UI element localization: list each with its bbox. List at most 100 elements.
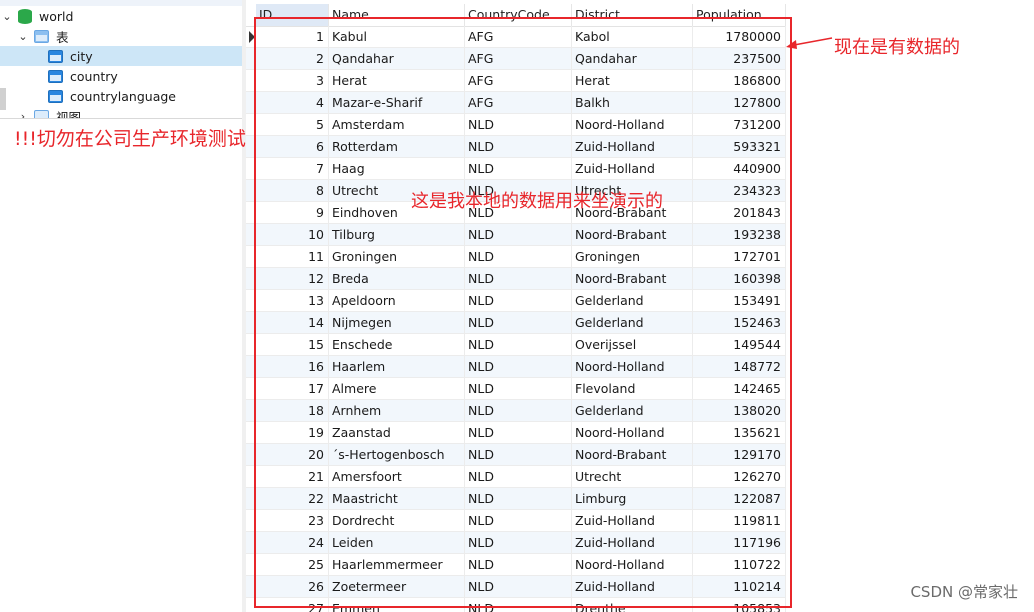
table-row[interactable]: 11 Groningen NLD Groningen 172701 xyxy=(246,246,786,268)
cell-population[interactable]: 138020 xyxy=(693,400,786,421)
cell-district[interactable]: Kabol xyxy=(572,26,693,47)
cell-name[interactable]: Breda xyxy=(329,268,465,289)
cell-district[interactable]: Zuid-Holland xyxy=(572,576,693,597)
cell-countrycode[interactable]: NLD xyxy=(465,488,572,509)
table-row[interactable]: 4 Mazar-e-Sharif AFG Balkh 127800 xyxy=(246,92,786,114)
column-header-id[interactable]: ID xyxy=(256,4,329,26)
table-row[interactable]: 26 Zoetermeer NLD Zuid-Holland 110214 xyxy=(246,576,786,598)
cell-name[interactable]: Maastricht xyxy=(329,488,465,509)
cell-id[interactable]: 8 xyxy=(256,180,329,201)
cell-name[interactable]: Leiden xyxy=(329,532,465,553)
cell-countrycode[interactable]: NLD xyxy=(465,136,572,157)
table-row[interactable]: 5 Amsterdam NLD Noord-Holland 731200 xyxy=(246,114,786,136)
cell-population[interactable]: 149544 xyxy=(693,334,786,355)
cell-countrycode[interactable]: NLD xyxy=(465,466,572,487)
cell-district[interactable]: Utrecht xyxy=(572,466,693,487)
cell-countrycode[interactable]: NLD xyxy=(465,532,572,553)
cell-name[interactable]: Zoetermeer xyxy=(329,576,465,597)
cell-district[interactable]: Noord-Brabant xyxy=(572,444,693,465)
column-header-population[interactable]: Population xyxy=(693,4,786,26)
cell-countrycode[interactable]: AFG xyxy=(465,70,572,91)
cell-id[interactable]: 15 xyxy=(256,334,329,355)
chevron-down-icon[interactable]: ⌄ xyxy=(0,10,14,23)
cell-id[interactable]: 21 xyxy=(256,466,329,487)
cell-name[interactable]: Haarlem xyxy=(329,356,465,377)
cell-countrycode[interactable]: NLD xyxy=(465,114,572,135)
table-row[interactable]: 22 Maastricht NLD Limburg 122087 xyxy=(246,488,786,510)
table-row[interactable]: 10 Tilburg NLD Noord-Brabant 193238 xyxy=(246,224,786,246)
cell-district[interactable]: Zuid-Holland xyxy=(572,532,693,553)
cell-countrycode[interactable]: NLD xyxy=(465,400,572,421)
column-header-countrycode[interactable]: CountryCode xyxy=(465,4,572,26)
cell-id[interactable]: 12 xyxy=(256,268,329,289)
cell-name[interactable]: Groningen xyxy=(329,246,465,267)
cell-name[interactable]: ´s-Hertogenbosch xyxy=(329,444,465,465)
cell-id[interactable]: 18 xyxy=(256,400,329,421)
cell-population[interactable]: 122087 xyxy=(693,488,786,509)
table-row[interactable]: 21 Amersfoort NLD Utrecht 126270 xyxy=(246,466,786,488)
tree-item-tables-group[interactable]: ⌄ 表 xyxy=(0,26,242,46)
cell-id[interactable]: 13 xyxy=(256,290,329,311)
cell-name[interactable]: Nijmegen xyxy=(329,312,465,333)
table-row[interactable]: 2 Qandahar AFG Qandahar 237500 xyxy=(246,48,786,70)
cell-district[interactable]: Zuid-Holland xyxy=(572,136,693,157)
cell-population[interactable]: 440900 xyxy=(693,158,786,179)
cell-population[interactable]: 193238 xyxy=(693,224,786,245)
cell-population[interactable]: 172701 xyxy=(693,246,786,267)
cell-id[interactable]: 2 xyxy=(256,48,329,69)
cell-population[interactable]: 129170 xyxy=(693,444,786,465)
table-row[interactable]: 14 Nijmegen NLD Gelderland 152463 xyxy=(246,312,786,334)
cell-countrycode[interactable]: NLD xyxy=(465,158,572,179)
cell-id[interactable]: 3 xyxy=(256,70,329,91)
cell-population[interactable]: 135621 xyxy=(693,422,786,443)
table-row[interactable]: 1 Kabul AFG Kabol 1780000 xyxy=(246,26,786,48)
cell-population[interactable]: 117196 xyxy=(693,532,786,553)
table-row[interactable]: 24 Leiden NLD Zuid-Holland 117196 xyxy=(246,532,786,554)
cell-id[interactable]: 11 xyxy=(256,246,329,267)
cell-district[interactable]: Herat xyxy=(572,70,693,91)
chevron-right-icon[interactable]: › xyxy=(16,110,30,119)
tree-item-views-group[interactable]: › 视图 xyxy=(0,106,242,119)
cell-countrycode[interactable]: NLD xyxy=(465,246,572,267)
cell-countrycode[interactable]: NLD xyxy=(465,598,572,612)
column-header-district[interactable]: District xyxy=(572,4,693,26)
cell-countrycode[interactable]: NLD xyxy=(465,356,572,377)
table-row[interactable]: 3 Herat AFG Herat 186800 xyxy=(246,70,786,92)
cell-name[interactable]: Amsterdam xyxy=(329,114,465,135)
cell-id[interactable]: 14 xyxy=(256,312,329,333)
cell-district[interactable]: Gelderland xyxy=(572,312,693,333)
cell-name[interactable]: Qandahar xyxy=(329,48,465,69)
cell-countrycode[interactable]: NLD xyxy=(465,422,572,443)
tree-item-table-country[interactable]: country xyxy=(0,66,242,86)
cell-id[interactable]: 22 xyxy=(256,488,329,509)
cell-id[interactable]: 9 xyxy=(256,202,329,223)
cell-countrycode[interactable]: NLD xyxy=(465,554,572,575)
chevron-down-icon[interactable]: ⌄ xyxy=(16,30,30,43)
cell-district[interactable]: Limburg xyxy=(572,488,693,509)
table-row[interactable]: 17 Almere NLD Flevoland 142465 xyxy=(246,378,786,400)
cell-name[interactable]: Haag xyxy=(329,158,465,179)
table-row[interactable]: 19 Zaanstad NLD Noord-Holland 135621 xyxy=(246,422,786,444)
cell-id[interactable]: 24 xyxy=(256,532,329,553)
cell-name[interactable]: Emmen xyxy=(329,598,465,612)
cell-countrycode[interactable]: AFG xyxy=(465,26,572,47)
cell-population[interactable]: 237500 xyxy=(693,48,786,69)
cell-countrycode[interactable]: NLD xyxy=(465,378,572,399)
cell-countrycode[interactable]: NLD xyxy=(465,576,572,597)
cell-population[interactable]: 160398 xyxy=(693,268,786,289)
table-row[interactable]: 27 Emmen NLD Drenthe 105853 xyxy=(246,598,786,612)
cell-district[interactable]: Noord-Brabant xyxy=(572,224,693,245)
cell-district[interactable]: Gelderland xyxy=(572,290,693,311)
cell-id[interactable]: 17 xyxy=(256,378,329,399)
cell-id[interactable]: 1 xyxy=(256,26,329,47)
cell-population[interactable]: 119811 xyxy=(693,510,786,531)
cell-name[interactable]: Apeldoorn xyxy=(329,290,465,311)
cell-population[interactable]: 127800 xyxy=(693,92,786,113)
tree-item-table-countrylanguage[interactable]: countrylanguage xyxy=(0,86,242,106)
cell-id[interactable]: 26 xyxy=(256,576,329,597)
cell-id[interactable]: 20 xyxy=(256,444,329,465)
cell-id[interactable]: 5 xyxy=(256,114,329,135)
cell-district[interactable]: Qandahar xyxy=(572,48,693,69)
cell-name[interactable]: Herat xyxy=(329,70,465,91)
table-row[interactable]: 23 Dordrecht NLD Zuid-Holland 119811 xyxy=(246,510,786,532)
